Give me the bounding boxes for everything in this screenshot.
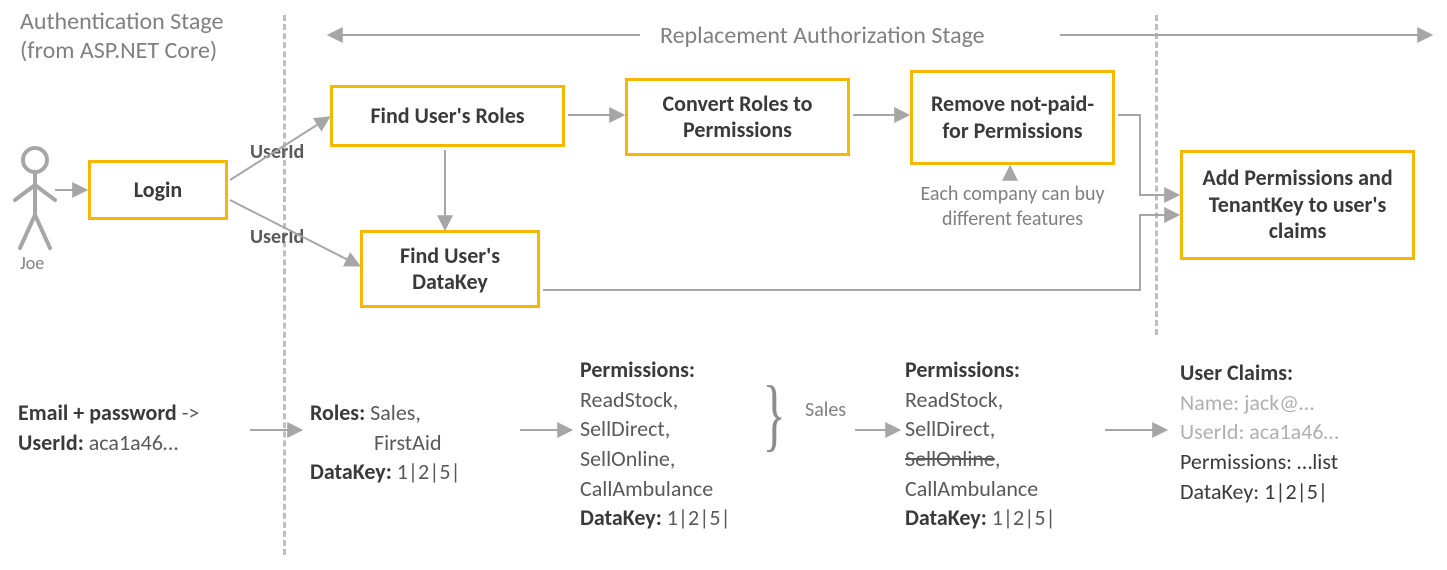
- auth-stage-line2: (from ASP.NET Core): [20, 36, 217, 65]
- claims-dk-val: 1|2|5|: [1259, 478, 1328, 505]
- perms1-p2: SellDirect,: [580, 415, 670, 442]
- roles-val1: Sales,: [365, 399, 421, 426]
- login-userid-val: aca1a46…: [84, 429, 178, 456]
- login-box: Login: [88, 160, 228, 220]
- brace-icon: }: [763, 370, 786, 461]
- claims-title: User Claims:: [1180, 359, 1293, 386]
- find-roles-box: Find User's Roles: [330, 85, 565, 147]
- convert-roles-box: Convert Roles to Permissions: [625, 78, 850, 156]
- sales-brace-label: Sales: [805, 398, 846, 422]
- auth-stage-label: Authentication Stage (from ASP.NET Core): [20, 8, 223, 66]
- each-company-note: Each company can buy different features: [915, 182, 1110, 232]
- actor-name: Joe: [20, 252, 44, 274]
- perms1-p1: ReadStock,: [580, 386, 678, 413]
- roles-data-block: Roles: Sales, FirstAid DataKey: 1|2|5|: [310, 398, 461, 487]
- userid-label-top: UserId: [250, 140, 304, 164]
- userid-label-bottom: UserId: [250, 225, 304, 249]
- separator-1: [283, 15, 286, 555]
- perms2-p4: CallAmbulance: [905, 475, 1038, 502]
- claims-dk-label: DataKey:: [1180, 478, 1259, 505]
- replacement-stage-label: Replacement Authorization Stage: [660, 22, 985, 51]
- perms1-label: Permissions:: [580, 356, 695, 383]
- perms1-p4: CallAmbulance: [580, 475, 713, 502]
- claims-userid: UserId: aca1a46…: [1180, 418, 1339, 445]
- perms2-p1: ReadStock,: [905, 386, 1003, 413]
- perms1-dk-label: DataKey:: [580, 504, 662, 531]
- login-arrow: ->: [177, 399, 200, 426]
- auth-stage-line1: Authentication Stage: [20, 7, 223, 36]
- roles-dk-val: 1|2|5|: [392, 458, 461, 485]
- perms2-p3-comma: ,: [995, 445, 1001, 472]
- add-claims-box: Add Permissions and TenantKey to user's …: [1180, 150, 1415, 260]
- perms2-label: Permissions:: [905, 356, 1020, 383]
- perms2-p2: SellDirect,: [905, 415, 995, 442]
- perms2-dk-label: DataKey:: [905, 504, 987, 531]
- perms1-p3: SellOnline,: [580, 445, 675, 472]
- perms1-data-block: Permissions: ReadStock, SellDirect, Sell…: [580, 355, 731, 533]
- perms1-dk-val: 1|2|5|: [662, 504, 731, 531]
- perms2-p3-strike: SellOnline: [905, 445, 995, 472]
- claims-name: Name: jack@…: [1180, 389, 1314, 416]
- perms2-data-block: Permissions: ReadStock, SellDirect, Sell…: [905, 355, 1056, 533]
- find-datakey-box: Find User's DataKey: [360, 230, 540, 308]
- claims-perms-val: …list: [1292, 448, 1338, 475]
- remove-perms-box: Remove not-paid-for Permissions: [910, 70, 1115, 165]
- login-data-block: Email + password -> UserId: aca1a46…: [18, 398, 199, 457]
- claims-perms-label: Permissions:: [1180, 448, 1292, 475]
- roles-val2: FirstAid: [374, 429, 442, 456]
- roles-dk-label: DataKey:: [310, 458, 392, 485]
- diagram-canvas: Authentication Stage (from ASP.NET Core)…: [0, 0, 1447, 570]
- roles-label: Roles:: [310, 399, 365, 426]
- perms2-dk-val: 1|2|5|: [987, 504, 1056, 531]
- separator-2: [1155, 15, 1158, 335]
- login-email-label: Email + password: [18, 399, 177, 426]
- login-userid-label: UserId:: [18, 429, 84, 456]
- claims-data-block: User Claims: Name: jack@… UserId: aca1a4…: [1180, 358, 1339, 506]
